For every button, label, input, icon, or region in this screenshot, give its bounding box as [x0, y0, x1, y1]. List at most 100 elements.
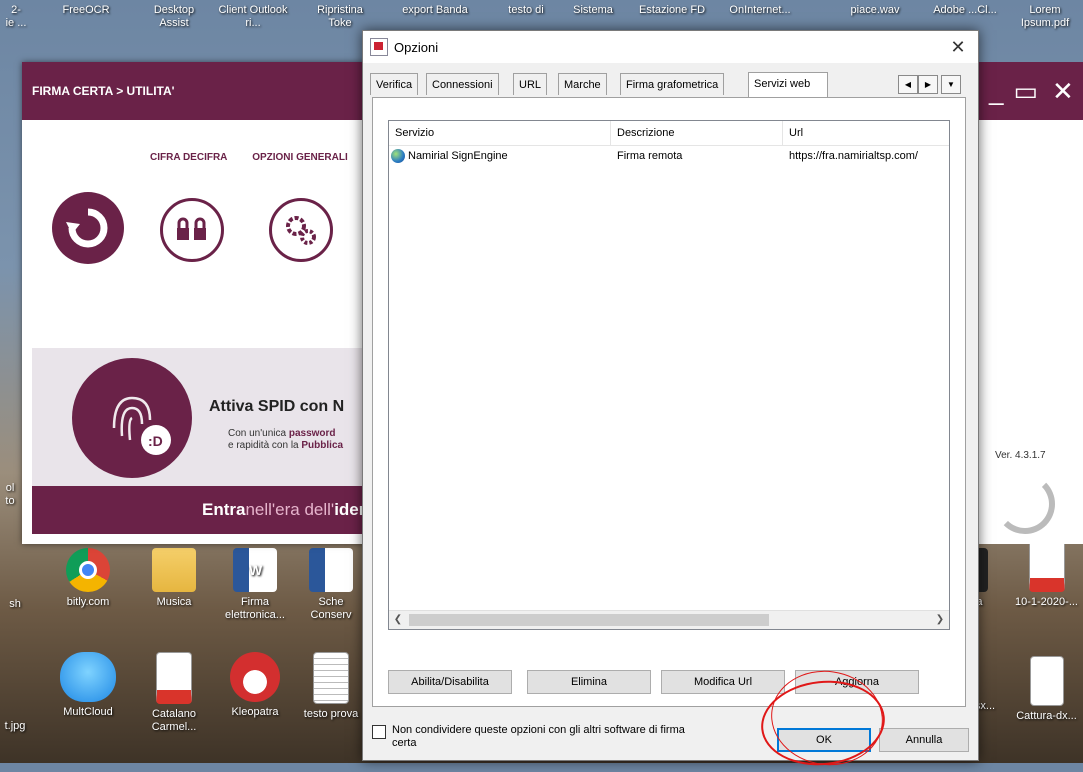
desktop-icon-bitly[interactable]: bitly.com [48, 548, 128, 609]
desktop-icon-firma[interactable]: W Firma elettronica... [215, 548, 295, 622]
dialog-title: Opzioni [394, 39, 439, 55]
annulla-button[interactable]: Annulla [879, 728, 969, 752]
globe-icon [391, 149, 405, 163]
spid-banner[interactable]: :D Attiva SPID con N Con un'unica passwo… [32, 348, 372, 534]
desktop-top-label[interactable]: FreeOCR [56, 4, 116, 17]
desktop-top-label[interactable]: Sistema [563, 4, 623, 17]
desktop-icon-label: bitly.com [66, 596, 110, 608]
banner-text: Con un'unica password e rapidità con la … [228, 428, 344, 451]
tab-marche[interactable]: Marche [558, 73, 607, 95]
scroll-left-icon[interactable]: ❮ [389, 611, 407, 629]
lock-icon[interactable] [160, 198, 224, 262]
desktop-icon-pdf-date[interactable]: 10-1-2020-... [1010, 540, 1083, 609]
tab-url[interactable]: URL [513, 73, 548, 95]
scroll-thumb[interactable] [409, 614, 769, 626]
desktop-top-label[interactable]: Client Outlook ri... [218, 4, 288, 30]
desktop-top-label[interactable]: Adobe ...Cl... [930, 4, 1000, 17]
tab-dropdown-icon[interactable]: ▼ [941, 75, 961, 94]
desktop-icon-schede[interactable]: Sche Conserv [300, 548, 362, 622]
desktop-icon-label: Cattura-dx... [1016, 710, 1077, 722]
refresh-icon[interactable] [52, 192, 124, 264]
desktop-icon-label: MultCloud [63, 706, 113, 718]
desktop-top-label[interactable]: export Banda [395, 4, 475, 17]
desktop-icon-cattura[interactable]: Cattura-dx... [1010, 656, 1083, 723]
tab-firma-grafometrica[interactable]: Firma grafometrica [620, 73, 725, 95]
desktop-icon-musica[interactable]: Musica [134, 548, 214, 609]
dialog-titlebar: Opzioni ✕ [363, 31, 978, 63]
folder-icon [152, 548, 196, 592]
checkbox-label: Non condividere queste opzioni con gli a… [392, 724, 685, 749]
kleopatra-icon [230, 652, 280, 702]
desktop-top-label[interactable]: 2- ie ... [4, 4, 28, 30]
pdf-icon [156, 652, 192, 704]
fingerprint-id-icon: :D [72, 358, 192, 478]
desktop-top-label[interactable]: Lorem Ipsum.pdf [1010, 4, 1080, 30]
desktop-partial-label[interactable]: sh [0, 598, 30, 611]
desktop-icon-label: Kleopatra [231, 706, 279, 718]
desktop-top-label[interactable]: Estazione FD [632, 4, 712, 17]
tab-connessioni[interactable]: Connessioni [426, 73, 499, 95]
nav-cifra-decifra[interactable]: CIFRA DECIFRA [150, 152, 227, 163]
desktop-top-label[interactable]: Ripristina Toke [312, 4, 368, 30]
firma-certa-window-right: _ ▭ ✕ Ver. 4.3.1.7 [975, 62, 1083, 544]
desktop-top-label[interactable]: piace.wav [835, 4, 915, 17]
settings-gears-icon[interactable] [269, 198, 333, 262]
app-header: FIRMA CERTA > UTILITA' [22, 62, 372, 120]
desktop-partial-label[interactable]: t.jpg [0, 720, 30, 733]
word-doc-icon: W [233, 548, 277, 592]
cell-url: https://fra.namirialtsp.com/ [789, 150, 918, 162]
abilita-disabilita-button[interactable]: Abilita/Disabilita [388, 670, 512, 694]
nav-opzioni-generali[interactable]: OPZIONI GENERALI [252, 152, 348, 163]
app-breadcrumb: FIRMA CERTA > UTILITA' [32, 84, 175, 98]
desktop-top-label[interactable]: OnInternet... [718, 4, 802, 17]
desktop-icon-label: 10-1-2020-... [1015, 596, 1078, 608]
tab-verifica[interactable]: Verifica [370, 73, 419, 95]
signature-logo-icon [995, 474, 1055, 534]
elimina-button[interactable]: Elimina [527, 670, 651, 694]
tab-strip: Verifica Connessioni URL Marche Firma gr… [370, 72, 961, 97]
desktop-icon-testo[interactable]: testo prova [300, 652, 362, 721]
restore-icon[interactable]: ▭ [1013, 76, 1038, 107]
desktop-partial-label[interactable]: ol to [0, 482, 20, 508]
minimize-icon[interactable]: _ [989, 76, 1003, 107]
app-icon [370, 38, 388, 56]
tab-servizi-web[interactable]: Servizi web [748, 72, 828, 97]
share-options-checkbox[interactable]: Non condividere queste opzioni con gli a… [372, 724, 712, 750]
column-header-url[interactable]: Url [783, 121, 949, 145]
desktop-icon-label: Firma elettronica... [225, 596, 285, 621]
svg-text::D: :D [148, 433, 163, 449]
services-listview[interactable]: Servizio Descrizione Url Namirial SignEn… [388, 120, 950, 630]
list-header: Servizio Descrizione Url [389, 121, 949, 146]
modifica-url-button[interactable]: Modifica Url [661, 670, 785, 694]
desktop-icon-multcloud[interactable]: MultCloud [48, 652, 128, 719]
desktop-top-label[interactable]: Desktop Assist [142, 4, 206, 30]
firma-certa-window: FIRMA CERTA > UTILITA' CIFRA DECIFRA OPZ… [22, 62, 372, 544]
desktop-icon-label: Catalano Carmel... [151, 708, 197, 733]
word-doc-icon [309, 548, 353, 592]
desktop-icon-kleopatra[interactable]: Kleopatra [215, 652, 295, 719]
version-label: Ver. 4.3.1.7 [995, 450, 1046, 461]
text-file-icon [313, 652, 349, 704]
scroll-right-icon[interactable]: ❯ [931, 611, 949, 629]
checkbox-box[interactable] [372, 725, 386, 739]
close-icon[interactable]: ✕ [1052, 76, 1074, 107]
tab-scroll-right-icon[interactable]: ▶ [918, 75, 938, 94]
tab-scroll-controls: ◀ ▶ ▼ [898, 75, 961, 94]
dialog-close-button[interactable]: ✕ [938, 37, 978, 58]
table-row[interactable]: Namirial SignEngine Firma remota https:/… [389, 146, 949, 166]
column-header-servizio[interactable]: Servizio [389, 121, 611, 145]
desktop-icon-label: Musica [156, 596, 192, 608]
chrome-icon [66, 548, 110, 592]
desktop-icon-catalano[interactable]: Catalano Carmel... [134, 652, 214, 734]
pdf-icon [1028, 540, 1065, 592]
app-nav: CIFRA DECIFRA OPZIONI GENERALI [150, 152, 370, 163]
window-controls: _ ▭ ✕ [975, 62, 1083, 120]
desktop-top-label[interactable]: testo di [496, 4, 556, 17]
banner-title: Attiva SPID con N [209, 398, 345, 415]
banner-footer: Entra nell'era dell' ider [32, 486, 372, 534]
cloud-icon [60, 652, 116, 702]
column-header-descrizione[interactable]: Descrizione [611, 121, 783, 145]
tab-scroll-left-icon[interactable]: ◀ [898, 75, 918, 94]
servizi-web-panel: Servizio Descrizione Url Namirial SignEn… [372, 97, 966, 707]
horizontal-scrollbar[interactable]: ❮ ❯ [389, 610, 949, 629]
